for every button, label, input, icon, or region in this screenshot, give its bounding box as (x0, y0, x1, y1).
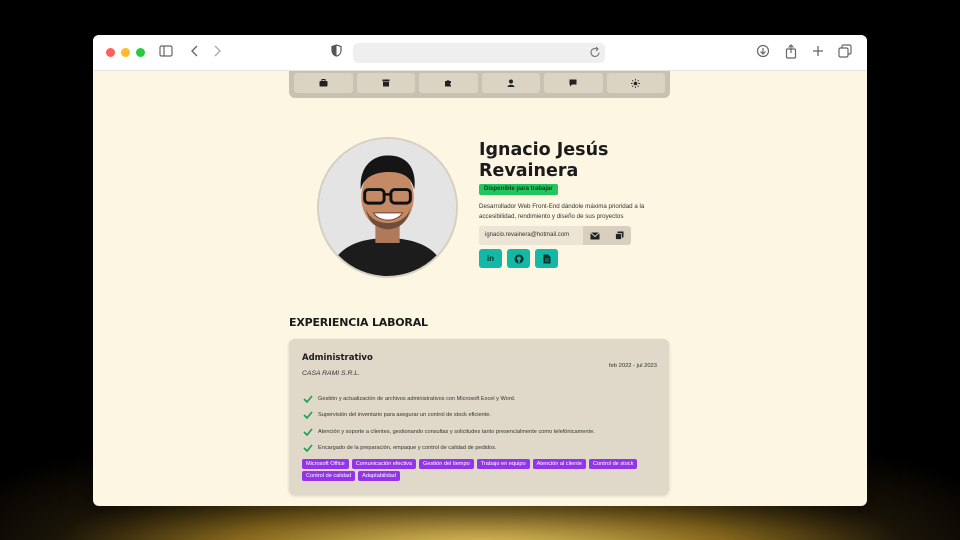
linkedin-button[interactable]: in (479, 249, 502, 268)
document-icon (543, 254, 550, 263)
skill-tag: Comunicación efectiva (351, 459, 417, 469)
address-bar[interactable] (353, 43, 605, 63)
linkedin-icon: in (486, 254, 495, 263)
job-company: CASA RAMI S.R.L. (302, 370, 360, 377)
availability-badge: Disponible para trabajar (479, 184, 558, 195)
copy-email-button[interactable] (607, 226, 631, 245)
skill-tag: Gestión del tiempo (419, 459, 474, 469)
skill-tag: Microsoft Office (302, 459, 349, 469)
nav-skills-button[interactable] (419, 73, 478, 93)
task-item: Supervisión del inventario para asegurar… (303, 407, 658, 423)
skill-tag: Control de stock (588, 459, 638, 469)
download-icon[interactable] (754, 44, 772, 62)
job-task-list: Gestión y actualización de archivos admi… (303, 391, 658, 456)
skill-tag: Trabajo en equipo (476, 459, 530, 469)
check-icon (303, 444, 315, 453)
nav-experience-button[interactable] (294, 73, 353, 93)
nav-contact-button[interactable] (544, 73, 603, 93)
back-icon[interactable] (186, 44, 204, 62)
check-icon (303, 395, 315, 404)
resume-button[interactable] (535, 249, 558, 268)
user-icon (507, 79, 515, 87)
mail-icon (590, 231, 600, 239)
new-tab-icon[interactable] (809, 44, 827, 62)
box-icon (382, 79, 390, 87)
profile-name: Ignacio Jesús Revainera (479, 140, 609, 181)
window-controls (106, 48, 145, 57)
task-item: Gestión y actualización de archivos admi… (303, 391, 658, 407)
chat-icon (569, 79, 577, 87)
experience-section-title: EXPERIENCIA LABORAL (289, 316, 428, 329)
nav-theme-toggle[interactable] (606, 73, 665, 93)
skill-tag: Control de calidad (302, 471, 356, 481)
github-button[interactable] (507, 249, 530, 268)
job-dates: feb 2022 - jul 2023 (608, 363, 657, 369)
task-item: Atención y soporte a clientes, gestionan… (303, 424, 658, 440)
email-address[interactable]: ignacio.revainera@hotmail.com (479, 226, 583, 245)
github-icon (514, 254, 523, 263)
profile-photo (317, 137, 458, 278)
task-text: Encargado de la preparación, empaque y c… (318, 445, 497, 452)
close-window-button[interactable] (106, 48, 115, 57)
sun-icon (631, 78, 641, 88)
job-title: Administrativo (302, 353, 373, 363)
minimize-window-button[interactable] (121, 48, 130, 57)
forward-icon[interactable] (208, 44, 226, 62)
social-links: in (479, 249, 558, 268)
profile-photo-illustration (319, 139, 456, 276)
task-text: Gestión y actualización de archivos admi… (318, 396, 516, 403)
browser-toolbar (93, 35, 867, 71)
profile-description: Desarrollador Web Front-End dándole máxi… (479, 203, 645, 220)
shield-icon[interactable] (327, 44, 345, 62)
copy-icon (614, 231, 623, 240)
section-navbar (289, 71, 670, 98)
sidebar-icon[interactable] (157, 44, 175, 62)
browser-window: Ignacio Jesús Revainera Disponible para … (93, 35, 867, 506)
nav-projects-button[interactable] (356, 73, 415, 93)
task-item: Encargado de la preparación, empaque y c… (303, 440, 658, 456)
puzzle-icon (445, 80, 452, 87)
check-icon (303, 411, 315, 420)
skill-tag: Adaptabilidad (358, 471, 400, 481)
send-email-button[interactable] (583, 226, 607, 245)
briefcase-icon (319, 79, 328, 87)
tabs-overview-icon[interactable] (836, 44, 854, 62)
portfolio-page: Ignacio Jesús Revainera Disponible para … (93, 71, 867, 506)
job-card: Administrativo CASA RAMI S.R.L. feb 2022… (289, 339, 669, 495)
share-icon[interactable] (782, 44, 800, 62)
task-text: Atención y soporte a clientes, gestionan… (318, 428, 595, 435)
reload-icon[interactable] (589, 46, 601, 64)
nav-about-button[interactable] (481, 73, 540, 93)
skill-tags: Microsoft Office Comunicación efectiva G… (302, 459, 652, 481)
task-text: Supervisión del inventario para asegurar… (318, 412, 491, 419)
skill-tag: Atención al cliente (532, 459, 586, 469)
email-contact-box: ignacio.revainera@hotmail.com (479, 226, 631, 245)
maximize-window-button[interactable] (136, 48, 145, 57)
check-icon (303, 428, 315, 436)
